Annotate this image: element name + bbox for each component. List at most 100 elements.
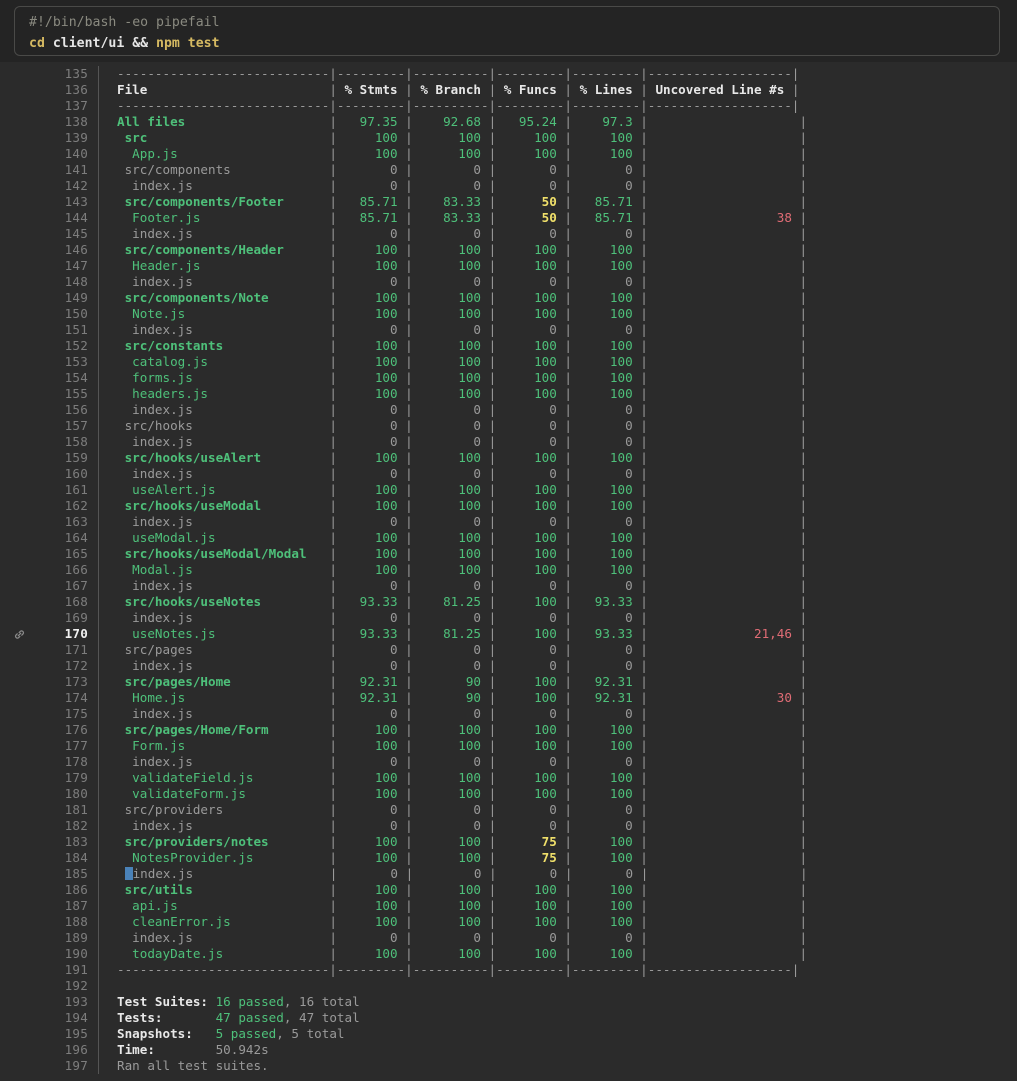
log-line: 149 src/components/Note | 100 | 100 | 10… — [0, 290, 1017, 306]
line-number[interactable]: 164 — [38, 530, 98, 546]
line-number[interactable]: 162 — [38, 498, 98, 514]
line-number[interactable]: 191 — [38, 962, 98, 978]
build-log-page: #!/bin/bash -eo pipefail cd client/ui &&… — [0, 0, 1017, 1081]
line-number[interactable]: 137 — [38, 98, 98, 114]
line-number[interactable]: 150 — [38, 306, 98, 322]
line-number[interactable]: 156 — [38, 402, 98, 418]
line-number[interactable]: 145 — [38, 226, 98, 242]
line-number[interactable]: 196 — [38, 1042, 98, 1058]
coverage-row: index.js | 0 | 0 | 0 | 0 | | — [117, 466, 808, 481]
line-number[interactable]: 192 — [38, 978, 98, 994]
line-number[interactable]: 159 — [38, 450, 98, 466]
line-number[interactable]: 147 — [38, 258, 98, 274]
log-line: 148 index.js | 0 | 0 | 0 | 0 | | — [0, 274, 1017, 290]
line-number[interactable]: 176 — [38, 722, 98, 738]
summary-line: Tests: 47 passed, 47 total — [117, 1010, 360, 1025]
line-number[interactable]: 173 — [38, 674, 98, 690]
coverage-row: src/providers/notes | 100 | 100 | 75 | 1… — [117, 834, 808, 849]
line-number[interactable]: 140 — [38, 146, 98, 162]
coverage-row: Home.js | 92.31 | 90 | 100 | 92.31 | 30 … — [117, 690, 808, 705]
line-number[interactable]: 167 — [38, 578, 98, 594]
line-number[interactable]: 174 — [38, 690, 98, 706]
log-output[interactable]: 135 ----------------------------|--------… — [0, 62, 1017, 1081]
log-line: 193 Test Suites: 16 passed, 16 total — [0, 994, 1017, 1010]
anchor-gutter — [0, 738, 38, 754]
link-icon[interactable] — [0, 626, 38, 642]
coverage-row: index.js | 0 | 0 | 0 | 0 | | — [117, 658, 808, 673]
line-number[interactable]: 171 — [38, 642, 98, 658]
coverage-row: src/providers | 0 | 0 | 0 | 0 | | — [117, 802, 808, 817]
coverage-row: src/hooks/useAlert | 100 | 100 | 100 | 1… — [117, 450, 808, 465]
line-number[interactable]: 170 — [38, 626, 98, 642]
line-number[interactable]: 177 — [38, 738, 98, 754]
anchor-gutter — [0, 1042, 38, 1058]
command-banner: #!/bin/bash -eo pipefail cd client/ui &&… — [0, 0, 1017, 62]
anchor-gutter — [0, 1058, 38, 1074]
log-line: 159 src/hooks/useAlert | 100 | 100 | 100… — [0, 450, 1017, 466]
line-number[interactable]: 149 — [38, 290, 98, 306]
line-number[interactable]: 152 — [38, 338, 98, 354]
line-number[interactable]: 141 — [38, 162, 98, 178]
line-number[interactable]: 153 — [38, 354, 98, 370]
coverage-row: Modal.js | 100 | 100 | 100 | 100 | | — [117, 562, 808, 577]
line-number[interactable]: 136 — [38, 82, 98, 98]
line-number[interactable]: 155 — [38, 386, 98, 402]
line-number[interactable]: 158 — [38, 434, 98, 450]
line-number[interactable]: 189 — [38, 930, 98, 946]
line-number[interactable]: 148 — [38, 274, 98, 290]
coverage-row: NotesProvider.js | 100 | 100 | 75 | 100 … — [117, 850, 808, 865]
log-line: 163 index.js | 0 | 0 | 0 | 0 | | — [0, 514, 1017, 530]
line-number[interactable]: 180 — [38, 786, 98, 802]
line-number[interactable]: 160 — [38, 466, 98, 482]
line-number[interactable]: 144 — [38, 210, 98, 226]
log-line: 161 useAlert.js | 100 | 100 | 100 | 100 … — [0, 482, 1017, 498]
log-line: 143 src/components/Footer | 85.71 | 83.3… — [0, 194, 1017, 210]
line-number[interactable]: 138 — [38, 114, 98, 130]
line-number[interactable]: 197 — [38, 1058, 98, 1074]
line-number[interactable]: 178 — [38, 754, 98, 770]
line-number[interactable]: 142 — [38, 178, 98, 194]
line-number[interactable]: 182 — [38, 818, 98, 834]
line-number[interactable]: 135 — [38, 66, 98, 82]
log-line: 144 Footer.js | 85.71 | 83.33 | 50 | 85.… — [0, 210, 1017, 226]
anchor-gutter — [0, 770, 38, 786]
line-number[interactable]: 190 — [38, 946, 98, 962]
line-number[interactable]: 194 — [38, 1010, 98, 1026]
line-number[interactable]: 184 — [38, 850, 98, 866]
line-number[interactable]: 183 — [38, 834, 98, 850]
coverage-row: Note.js | 100 | 100 | 100 | 100 | | — [117, 306, 808, 321]
line-number[interactable]: 175 — [38, 706, 98, 722]
anchor-gutter — [0, 658, 38, 674]
line-number[interactable]: 168 — [38, 594, 98, 610]
log-line: 184 NotesProvider.js | 100 | 100 | 75 | … — [0, 850, 1017, 866]
line-number[interactable]: 185 — [38, 866, 98, 882]
anchor-gutter — [0, 450, 38, 466]
line-number[interactable]: 154 — [38, 370, 98, 386]
line-number[interactable]: 146 — [38, 242, 98, 258]
line-number[interactable]: 187 — [38, 898, 98, 914]
line-number[interactable]: 179 — [38, 770, 98, 786]
log-line: 177 Form.js | 100 | 100 | 100 | 100 | | — [0, 738, 1017, 754]
line-number[interactable]: 163 — [38, 514, 98, 530]
line-number[interactable]: 172 — [38, 658, 98, 674]
line-number[interactable]: 188 — [38, 914, 98, 930]
line-number[interactable]: 157 — [38, 418, 98, 434]
line-number[interactable]: 193 — [38, 994, 98, 1010]
line-number[interactable]: 161 — [38, 482, 98, 498]
line-number[interactable]: 151 — [38, 322, 98, 338]
command-box: #!/bin/bash -eo pipefail cd client/ui &&… — [14, 6, 1000, 56]
anchor-gutter — [0, 66, 38, 82]
line-number[interactable]: 195 — [38, 1026, 98, 1042]
anchor-gutter — [0, 802, 38, 818]
line-number[interactable]: 181 — [38, 802, 98, 818]
line-number[interactable]: 186 — [38, 882, 98, 898]
line-number[interactable]: 139 — [38, 130, 98, 146]
line-number[interactable]: 166 — [38, 562, 98, 578]
line-number[interactable]: 165 — [38, 546, 98, 562]
log-line: 156 index.js | 0 | 0 | 0 | 0 | | — [0, 402, 1017, 418]
line-number[interactable]: 169 — [38, 610, 98, 626]
command-arg-path: client/ui && — [44, 36, 157, 51]
coverage-row: src/constants | 100 | 100 | 100 | 100 | … — [117, 338, 808, 353]
line-number[interactable]: 143 — [38, 194, 98, 210]
